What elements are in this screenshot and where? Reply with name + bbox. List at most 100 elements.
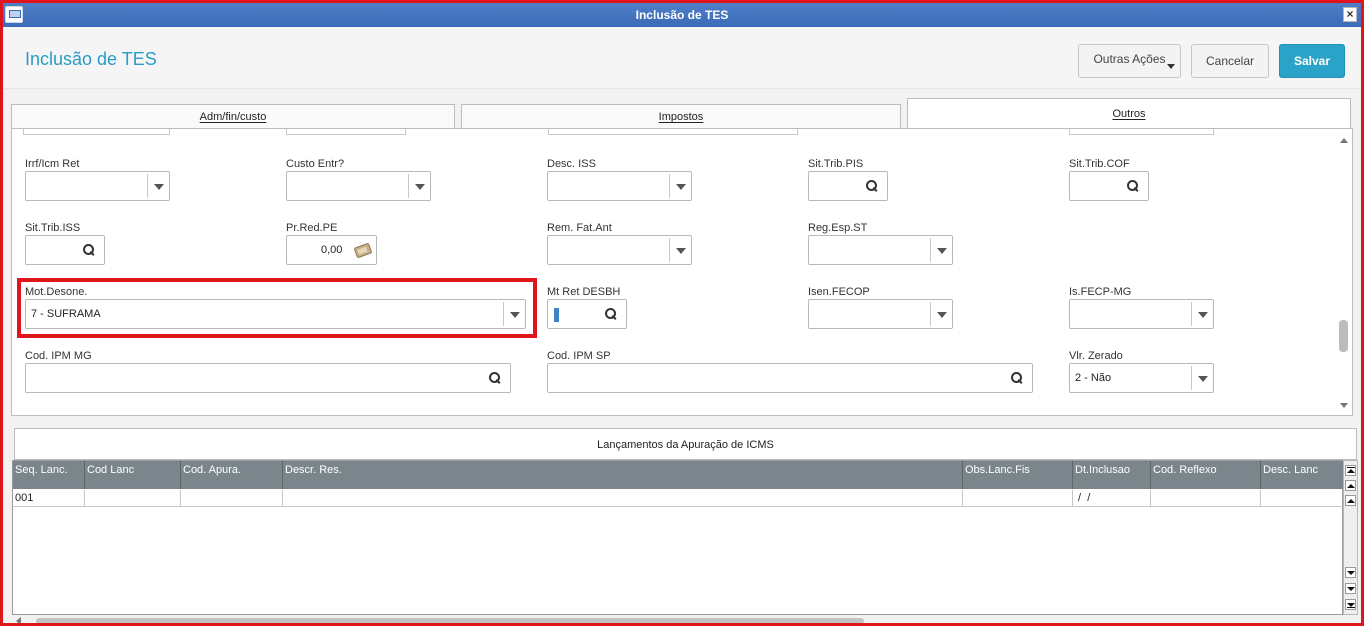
reg-esp-st-label: Reg.Esp.ST xyxy=(808,222,868,234)
cod-ipm-mg-label: Cod. IPM MG xyxy=(25,350,92,362)
partial-field xyxy=(548,129,798,135)
sit-trib-pis-field[interactable] xyxy=(808,171,888,201)
scroll-to-top-icon[interactable] xyxy=(1345,465,1356,476)
chevron-down-icon xyxy=(1167,64,1175,69)
table-cell[interactable]: 001 xyxy=(13,490,85,507)
table-cell[interactable] xyxy=(181,490,283,507)
column-header[interactable]: Desc. Lanc xyxy=(1261,461,1344,489)
cod-ipm-mg-field[interactable] xyxy=(25,363,511,393)
column-header[interactable]: Cod. Reflexo xyxy=(1151,461,1261,489)
dropdown-arrow-icon xyxy=(1198,312,1208,318)
pr-red-pe-label: Pr.Red.PE xyxy=(286,222,338,234)
vlr-zerado-label: Vlr. Zerado xyxy=(1069,350,1123,362)
table-row[interactable]: 001 / / xyxy=(13,490,1344,507)
column-header[interactable]: Obs.Lanc.Fis xyxy=(963,461,1073,489)
page-header: Inclusão de TES Outras Ações Cancelar Sa… xyxy=(3,27,1361,89)
scroll-thumb[interactable] xyxy=(36,618,864,623)
custo-entr-select[interactable] xyxy=(286,171,431,201)
isen-fecop-select[interactable] xyxy=(808,299,953,329)
reg-esp-st-select[interactable] xyxy=(808,235,953,265)
column-header[interactable]: Descr. Res. xyxy=(283,461,963,489)
form-panel: Irrf/Icm Ret Custo Entr? Desc. ISS Sit.T… xyxy=(11,128,1353,416)
grid-title: Lançamentos da Apuração de ICMS xyxy=(14,428,1357,460)
search-icon[interactable] xyxy=(1127,180,1141,194)
highlight-box-mot-desone xyxy=(17,278,537,338)
window-frame: Inclusão de TES × Inclusão de TES Outras… xyxy=(0,0,1364,626)
page-title: Inclusão de TES xyxy=(25,49,157,69)
app-window-icon xyxy=(5,6,23,23)
rem-fat-ant-label: Rem. Fat.Ant xyxy=(547,222,612,234)
desc-iss-select[interactable] xyxy=(547,171,692,201)
pr-red-pe-field[interactable]: 0,00 xyxy=(286,235,377,265)
table-cell[interactable] xyxy=(1151,490,1261,507)
tab-adm-fin-custo[interactable]: Adm/fin/custo xyxy=(11,104,455,128)
vlr-zerado-value: 2 - Não xyxy=(1075,372,1112,384)
desc-iss-label: Desc. ISS xyxy=(547,158,596,170)
form-vertical-scrollbar[interactable] xyxy=(1338,134,1350,412)
table-cell[interactable]: / / xyxy=(1073,490,1151,507)
tab-label: Outros xyxy=(1112,108,1146,120)
tab-outros[interactable]: Outros xyxy=(907,98,1351,129)
search-icon[interactable] xyxy=(866,180,880,194)
cod-ipm-sp-label: Cod. IPM SP xyxy=(547,350,611,362)
scroll-down-icon[interactable] xyxy=(1345,567,1356,578)
dropdown-arrow-icon xyxy=(154,184,164,190)
mt-ret-desbh-label: Mt Ret DESBH xyxy=(547,286,621,298)
scroll-left-icon[interactable] xyxy=(16,617,21,623)
window-titlebar: Inclusão de TES × xyxy=(3,3,1361,27)
cod-ipm-sp-field[interactable] xyxy=(547,363,1033,393)
vlr-zerado-select[interactable]: 2 - Não xyxy=(1069,363,1214,393)
table-cell[interactable] xyxy=(85,490,181,507)
search-icon[interactable] xyxy=(1011,372,1025,386)
scroll-up-icon[interactable] xyxy=(1345,495,1356,506)
scroll-page-down-icon[interactable] xyxy=(1345,583,1356,594)
scroll-page-up-icon[interactable] xyxy=(1345,480,1356,491)
text-cursor xyxy=(554,308,559,322)
dropdown-arrow-icon xyxy=(415,184,425,190)
scroll-down-icon[interactable] xyxy=(1340,403,1348,408)
search-icon[interactable] xyxy=(605,308,619,322)
partial-field xyxy=(286,129,406,135)
scroll-thumb[interactable] xyxy=(1339,320,1348,352)
column-header[interactable]: Seq. Lanc. xyxy=(13,461,85,489)
search-icon[interactable] xyxy=(83,244,97,258)
save-button[interactable]: Salvar xyxy=(1279,44,1345,78)
cancel-button[interactable]: Cancelar xyxy=(1191,44,1269,78)
partial-field xyxy=(1069,129,1214,135)
table-cell[interactable] xyxy=(283,490,963,507)
table-cell[interactable] xyxy=(1261,490,1344,507)
dropdown-arrow-icon xyxy=(937,248,947,254)
irrf-icm-ret-select[interactable] xyxy=(25,171,170,201)
isen-fecop-label: Isen.FECOP xyxy=(808,286,870,298)
window-title: Inclusão de TES xyxy=(635,8,729,22)
scroll-to-bottom-icon[interactable] xyxy=(1345,599,1356,610)
sit-trib-cof-label: Sit.Trib.COF xyxy=(1069,158,1130,170)
grid-vertical-scrollbar[interactable] xyxy=(1343,460,1358,615)
tab-label: Impostos xyxy=(658,111,704,123)
is-fecp-mg-label: Is.FECP-MG xyxy=(1069,286,1132,298)
sit-trib-pis-label: Sit.Trib.PIS xyxy=(808,158,864,170)
mt-ret-desbh-field[interactable] xyxy=(547,299,627,329)
column-header[interactable]: Cod. Apura. xyxy=(181,461,283,489)
sit-trib-iss-label: Sit.Trib.ISS xyxy=(25,222,81,234)
rem-fat-ant-select[interactable] xyxy=(547,235,692,265)
outras-acoes-button[interactable]: Outras Ações xyxy=(1078,44,1181,78)
tab-label: Adm/fin/custo xyxy=(199,111,267,123)
irrf-icm-ret-label: Irrf/Icm Ret xyxy=(25,158,80,170)
dropdown-arrow-icon xyxy=(937,312,947,318)
grid-horizontal-scrollbar[interactable] xyxy=(14,615,1343,623)
is-fecp-mg-select[interactable] xyxy=(1069,299,1214,329)
tab-impostos[interactable]: Impostos xyxy=(461,104,901,128)
calculator-money-icon[interactable] xyxy=(353,242,373,259)
column-header[interactable]: Dt.Inclusao xyxy=(1073,461,1151,489)
column-header[interactable]: Cod Lanc xyxy=(85,461,181,489)
sit-trib-cof-field[interactable] xyxy=(1069,171,1149,201)
scroll-up-icon[interactable] xyxy=(1340,138,1348,143)
sit-trib-iss-field[interactable] xyxy=(25,235,105,265)
search-icon[interactable] xyxy=(489,372,503,386)
custo-entr-label: Custo Entr? xyxy=(286,158,345,170)
partial-field xyxy=(23,129,170,135)
close-window-button[interactable]: × xyxy=(1343,7,1357,22)
table-cell[interactable] xyxy=(963,490,1073,507)
dropdown-arrow-icon xyxy=(676,184,686,190)
